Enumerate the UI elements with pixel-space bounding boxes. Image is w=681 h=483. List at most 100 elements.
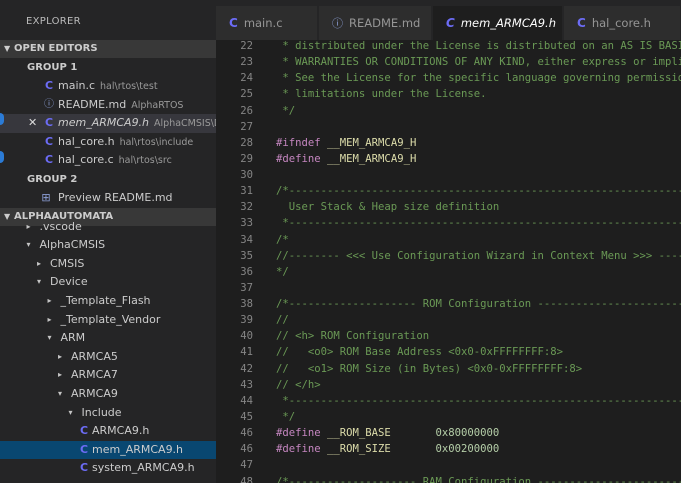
line-number: 35	[240, 249, 253, 262]
chevron-right-icon: ▸	[58, 351, 63, 361]
tree-file[interactable]: Cmem_ARMCA9.h	[0, 440, 216, 460]
tab-readme-md[interactable]: ⓘ README.md	[319, 6, 432, 40]
tree-folder[interactable]: ▸ CMSIS	[0, 255, 216, 274]
open-editor-item[interactable]: Cmain.c hal\rtos\test	[0, 77, 216, 96]
code-line: 30	[216, 167, 681, 183]
code-line: 40 // <h> ROM Configuration	[216, 328, 681, 344]
line-number: 29	[240, 152, 253, 165]
comment-text: * limitations under the License.	[276, 88, 487, 101]
code-line: 23 * WARRANTIES OR CONDITIONS OF ANY KIN…	[216, 54, 681, 70]
chevron-right-icon: ▸	[47, 295, 52, 305]
code-line: 45 */	[216, 409, 681, 425]
open-editor-item[interactable]: C ✕ mem_ARMCA9.h AlphaCMSIS\D...	[0, 114, 216, 133]
c-file-icon: C	[80, 461, 89, 475]
tab-main-c[interactable]: Cmain.c	[216, 6, 318, 40]
open-editor-path: hal\rtos\include	[119, 136, 194, 148]
line-number: 31	[240, 185, 253, 198]
code-line: 32 User Stack & Heap size definition	[216, 199, 681, 215]
code-text: * limitations under the License.	[276, 86, 486, 102]
tree-folder[interactable]: ▾ AlphaCMSIS	[0, 236, 216, 255]
tree-label: _Template_Flash	[60, 293, 151, 307]
open-editor-path: AlphaRTOS	[131, 99, 184, 111]
line-number: 33	[240, 217, 253, 230]
code-line: 35 //-------- <<< Use Configuration Wizar…	[216, 248, 681, 264]
line-number: 39	[240, 314, 253, 327]
tree-label: .vscode	[39, 219, 82, 233]
explorer-sidebar: EXPLORER ▼ OPEN EDITORS GROUP 1 Cmain.c ha…	[0, 0, 216, 483]
line-number: 48	[240, 475, 253, 483]
open-editor-name: mem_ARMCA9.h	[58, 116, 150, 130]
tree-file[interactable]: C ARMCA9.h	[0, 422, 216, 441]
tree-file[interactable]: Csystem_ARMCA9.h	[0, 459, 216, 478]
code-line: 33 *------------------------------------…	[216, 215, 681, 231]
group-label: GROUP 2	[27, 173, 78, 185]
open-editor-name: main.c	[58, 79, 96, 92]
code-text: *---------------------------------------…	[276, 393, 681, 409]
tree-folder[interactable]: ▸ _Template_Vendor	[0, 311, 216, 330]
macro-value: 0x00200000	[435, 443, 500, 456]
code-line: 46 #define __ROM_BASE 0x80000000	[216, 425, 681, 441]
tree-label: _Template_Vendor	[60, 312, 161, 326]
comment-text: * WARRANTIES OR CONDITIONS OF ANY KIND, …	[276, 56, 681, 69]
c-file-icon: C	[80, 424, 89, 438]
preprocessor-keyword: #define	[276, 427, 321, 440]
line-number: 42	[240, 362, 253, 375]
tree-label: ARM	[60, 331, 86, 345]
code-text: //	[276, 312, 289, 328]
chevron-right-icon: ▸	[47, 314, 52, 324]
code-text: *---------------------------------------…	[276, 215, 681, 231]
code-editor[interactable]: 22 * distributed under the License is di…	[216, 40, 681, 483]
tree-folder[interactable]: ▾ Device	[0, 273, 216, 292]
open-editor-item[interactable]: Chal_core.c hal\rtos\src	[0, 151, 216, 170]
tree-folder[interactable]: ▾ Include	[0, 404, 216, 423]
comment-text: // </h>	[276, 378, 321, 391]
open-editor-item[interactable]: Chal_core.h hal\rtos\include	[0, 133, 216, 152]
code-text: #ifndef __MEM_ARMCA9_H	[276, 135, 416, 151]
comment-text: */	[276, 410, 296, 423]
code-text: */	[276, 264, 289, 280]
line-number: 45	[240, 410, 253, 423]
line-number: 41	[240, 346, 253, 359]
comment-text: /*-------------------- ROM Configuration…	[276, 298, 681, 311]
code-text: #define __ROM_BASE 0x80000000	[276, 425, 499, 441]
code-text: #define __MEM_ARMCA9_H	[276, 151, 416, 167]
tab-mem-armca9-h[interactable]: Cmem_ARMCA9.h✕	[433, 6, 579, 40]
info-icon: ⓘ	[332, 17, 343, 30]
code-text: // </h>	[276, 377, 321, 393]
open-editors-header[interactable]: ▼ OPEN EDITORS	[0, 40, 216, 58]
code-line: 38 /*-------------------- ROM Configurati…	[216, 296, 681, 312]
comment-text: *---------------------------------------…	[282, 394, 681, 407]
open-editors-list: GROUP 1 Cmain.c hal\rtos\test ⓘ README.md Alp…	[0, 58, 216, 208]
tree-folder[interactable]: ▸ ARMCA7	[0, 366, 216, 385]
line-number: 44	[240, 394, 253, 407]
comment-text: * distributed under the License is distr…	[276, 40, 681, 52]
line-number: 37	[240, 281, 253, 294]
tree-folder[interactable]: ▸ _Template_Flash	[0, 292, 216, 311]
comment-text: // <h> ROM Configuration	[276, 330, 430, 343]
macro-value: 0x80000000	[435, 427, 500, 440]
line-number: 43	[240, 378, 253, 391]
macro-name: __MEM_ARMCA9_H	[320, 136, 417, 149]
open-editor-path: hal\rtos\test	[100, 81, 158, 92]
c-file-icon: C	[44, 134, 54, 148]
line-number: 46	[240, 427, 253, 440]
chevron-right-icon: ▸	[58, 370, 63, 380]
line-number: 25	[240, 88, 253, 101]
code-line: 39 //	[216, 312, 681, 328]
close-icon[interactable]: ✕	[28, 114, 37, 133]
code-line: 46 #define __ROM_SIZE 0x00200000	[216, 441, 681, 457]
line-number: 27	[240, 120, 253, 133]
code-text: */	[276, 409, 295, 425]
tree-folder[interactable]: ▸ ARMCA5	[0, 348, 216, 367]
code-line: 22 * distributed under the License is di…	[216, 40, 681, 54]
tab-hal-core-h[interactable]: Chal_core.h	[564, 6, 681, 40]
open-editor-path: hal\rtos\src	[118, 155, 172, 167]
tree-folder[interactable]: ▾ ARM	[0, 329, 216, 348]
open-editor-item[interactable]: ⓘ README.md AlphaRTOS	[0, 96, 216, 115]
tab-label: hal_core.h	[591, 16, 651, 30]
tree-folder[interactable]: ▾ ARMCA9	[0, 385, 216, 404]
code-text: /*	[276, 232, 289, 248]
open-editor-item[interactable]: ⊞ Preview README.md	[0, 189, 216, 208]
tab-label: mem_ARMCA9.h	[460, 16, 556, 30]
tree-folder[interactable]: ▸ .vscode	[0, 218, 216, 237]
